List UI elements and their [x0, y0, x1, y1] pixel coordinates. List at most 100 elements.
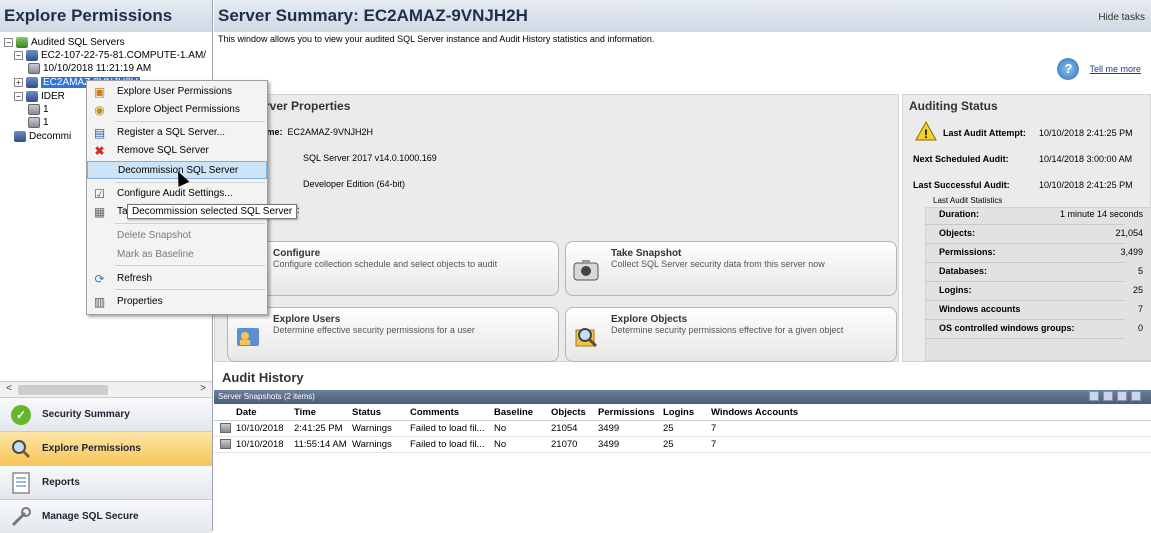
check-circle-icon: ✓: [10, 404, 32, 426]
status-value: 10/10/2018 2:41:25 PM: [1039, 128, 1133, 138]
stat-key: Windows accounts: [939, 304, 1021, 314]
tree-node-server-ec2-107[interactable]: − EC2-107-22-75-81.COMPUTE-1.AM/: [14, 48, 206, 62]
remove-x-icon: ✖: [94, 144, 105, 158]
stat-value: 0: [1137, 323, 1143, 333]
tell-me-more-link[interactable]: Tell me more: [1089, 64, 1141, 74]
auditing-status-panel: Auditing Status ! Last Audit Attempt: 10…: [902, 94, 1151, 362]
snapshot-icon: [28, 103, 40, 115]
help-question-icon[interactable]: ?: [1057, 58, 1080, 80]
column-header-windows-accounts[interactable]: Windows Accounts: [711, 407, 798, 418]
stat-row: Logins: 25: [925, 285, 1143, 301]
status-key: Last Successful Audit:: [913, 180, 1010, 190]
tile-explore-objects[interactable]: Explore Objects Determine security permi…: [565, 307, 897, 362]
main-pane: Server Summary: EC2AMAZ-9VNJH2H Hide tas…: [214, 0, 1151, 531]
tree-horizontal-scrollbar[interactable]: < >: [0, 381, 212, 397]
collapse-icon[interactable]: −: [4, 37, 13, 47]
collapse-icon[interactable]: −: [14, 50, 23, 60]
tile-title: Explore Users: [273, 314, 341, 325]
cell: 21054: [551, 423, 578, 434]
cell: 10/10/2018: [236, 439, 284, 450]
cell: Warnings: [352, 439, 392, 450]
tree-node-decommissioned[interactable]: Decommi: [14, 129, 71, 143]
nav-label: Reports: [42, 477, 80, 488]
stat-key: Objects:: [939, 228, 976, 238]
stats-label: Last Audit Statistics: [933, 196, 1003, 205]
tile-explore-users[interactable]: Explore Users Determine effective securi…: [227, 307, 559, 362]
tile-configure[interactable]: Configure Configure collection schedule …: [227, 241, 559, 296]
column-header-logins[interactable]: Logins: [663, 407, 694, 418]
tree-node-server-ider[interactable]: − IDER: [14, 89, 65, 103]
tree-node-snapshot[interactable]: 1: [28, 102, 49, 116]
nav-reports[interactable]: Reports: [0, 465, 212, 499]
menu-item-refresh[interactable]: ⟳ Refresh: [87, 270, 267, 288]
stat-row: Permissions: 3,499: [925, 247, 1143, 263]
export-icon[interactable]: [1089, 391, 1099, 401]
column-header-status[interactable]: Status: [352, 407, 381, 418]
page-title: Server Summary: EC2AMAZ-9VNJH2H: [218, 6, 528, 25]
table-row[interactable]: 10/10/2018 2:41:25 PM Warnings Failed to…: [214, 421, 1151, 437]
column-header-time[interactable]: Time: [294, 407, 316, 418]
column-header-comments[interactable]: Comments: [410, 407, 459, 418]
tree-node-snapshot[interactable]: 1: [28, 115, 49, 129]
stat-key: Permissions:: [939, 247, 996, 257]
menu-item-configure-audit[interactable]: ☑ Configure Audit Settings...: [87, 185, 267, 203]
column-header-objects[interactable]: Objects: [551, 407, 586, 418]
tile-title: Take Snapshot: [611, 248, 682, 259]
nav-security-summary[interactable]: ✓ Security Summary: [0, 397, 212, 431]
table-row[interactable]: 10/10/2018 11:55:14 AM Warnings Failed t…: [214, 437, 1151, 453]
user-permissions-icon: ▣: [93, 85, 106, 99]
tree-node-audited-servers[interactable]: − Audited SQL Servers: [4, 35, 125, 49]
cell: No: [494, 439, 507, 450]
collapse-icon[interactable]: −: [14, 91, 23, 101]
menu-item-delete-snapshot[interactable]: Delete Snapshot: [87, 227, 267, 245]
property-version: SQL Server 2017 v14.0.1000.169: [303, 153, 437, 163]
stat-row: Objects: 21,054: [925, 228, 1143, 244]
hide-tasks-link[interactable]: Hide tasks: [1098, 12, 1145, 23]
column-header-date[interactable]: Date: [236, 407, 257, 418]
menu-item-register-server[interactable]: ▤ Register a SQL Server...: [87, 124, 267, 142]
nav-explore-permissions[interactable]: Explore Permissions: [0, 431, 212, 465]
tile-take-snapshot[interactable]: Take Snapshot Collect SQL Server securit…: [565, 241, 897, 296]
column-header-baseline[interactable]: Baseline: [494, 407, 533, 418]
scroll-left-arrow[interactable]: <: [2, 383, 16, 397]
audit-history-section: Audit History Server Snapshots (2 items)…: [214, 368, 1151, 531]
tree-node-label: Decommi: [29, 130, 72, 142]
camera-icon: [573, 260, 599, 281]
tooltip: Decommission selected SQL Server: [127, 204, 298, 219]
menu-label: Refresh: [117, 273, 153, 284]
magnifier-icon: [10, 438, 32, 460]
print-icon[interactable]: [1103, 391, 1113, 401]
warning-icon: !: [915, 121, 937, 141]
menu-item-explore-user-permissions[interactable]: ▣ Explore User Permissions: [87, 83, 267, 101]
expand-icon[interactable]: +: [14, 77, 23, 87]
menu-label: Explore Object Permissions: [117, 104, 240, 115]
stat-key: Duration:: [939, 209, 979, 219]
stat-value: 1 minute 14 seconds: [1059, 209, 1143, 219]
refresh-icon: ⟳: [94, 272, 105, 286]
menu-label: Configure Audit Settings...: [117, 188, 233, 199]
nav-manage-sql-secure[interactable]: Manage SQL Secure: [0, 499, 212, 533]
nav-label: Manage SQL Secure: [42, 511, 139, 522]
menu-item-remove-server[interactable]: ✖ Remove SQL Server: [87, 142, 267, 160]
tree-node-label: EC2-107-22-75-81.COMPUTE-1.AM/: [41, 49, 207, 61]
column-header-permissions[interactable]: Permissions: [598, 407, 655, 418]
server-icon: [26, 90, 38, 102]
stat-key: OS controlled windows groups:: [939, 323, 1075, 333]
cell: 21070: [551, 439, 578, 450]
tree-node-snapshot[interactable]: 10/10/2018 11:21:19 AM: [28, 61, 151, 75]
menu-item-mark-baseline[interactable]: Mark as Baseline: [87, 246, 267, 264]
menu-separator: [115, 289, 265, 290]
scroll-thumb[interactable]: [18, 385, 108, 395]
tree-node-label: 10/10/2018 11:21:19 AM: [43, 62, 152, 74]
columns-icon[interactable]: [1117, 391, 1127, 401]
menu-item-explore-object-permissions[interactable]: ◉ Explore Object Permissions: [87, 101, 267, 119]
menu-separator: [115, 223, 265, 224]
menu-item-properties[interactable]: ▥ Properties: [87, 293, 267, 311]
stat-key: Logins:: [939, 285, 972, 295]
menu-separator: [115, 121, 265, 122]
scroll-right-arrow[interactable]: >: [196, 383, 210, 397]
property-value: EC2AMAZ-9VNJH2H: [287, 127, 374, 137]
snapshot-icon: [28, 62, 40, 74]
object-permissions-icon: ◉: [94, 103, 105, 117]
options-icon[interactable]: [1131, 391, 1141, 401]
